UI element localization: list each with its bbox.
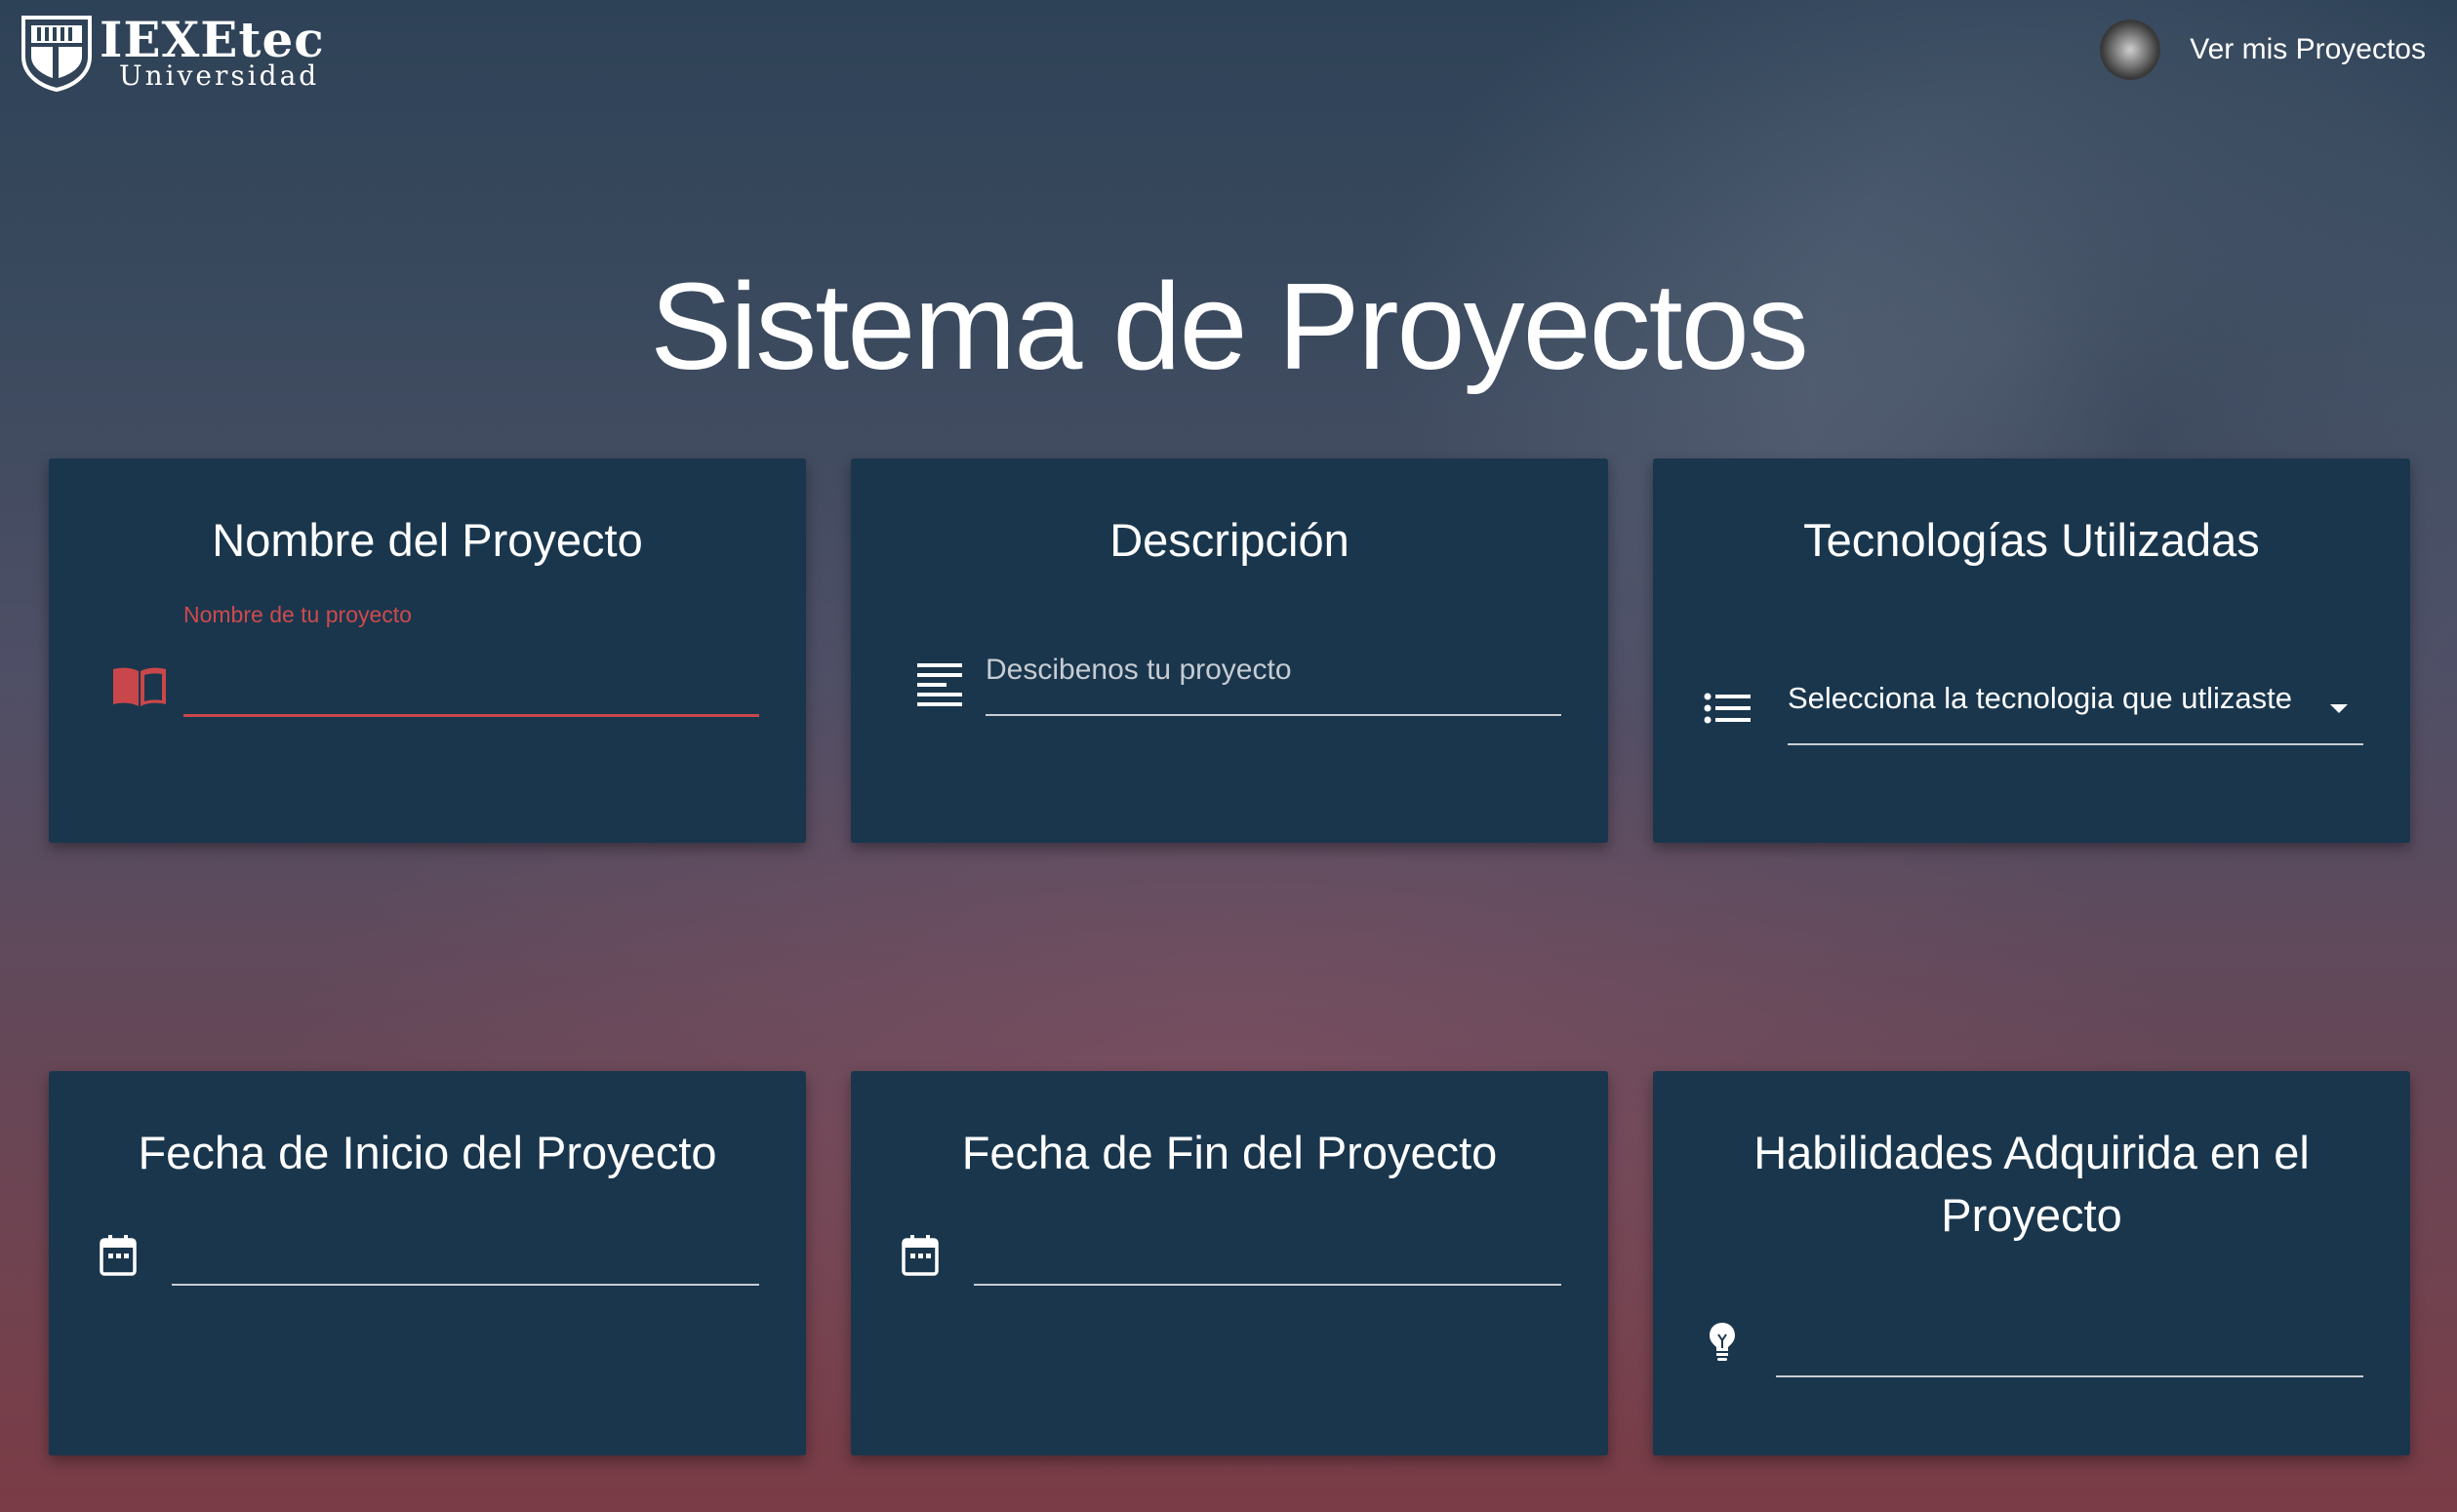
list-icon [1704, 693, 1751, 724]
user-avatar[interactable] [2100, 20, 2161, 80]
skills-underline [1776, 1375, 2363, 1377]
card-title: Nombre del Proyecto [212, 514, 643, 566]
university-logo[interactable]: IEXEtec Universidad [20, 12, 325, 94]
project-name-underline [183, 714, 759, 717]
card-end-date: Fecha de Fin del Proyecto [851, 1071, 1608, 1455]
end-date-input[interactable] [974, 1227, 1563, 1278]
lightbulb-icon [1710, 1323, 1735, 1361]
end-date-underline [974, 1284, 1561, 1286]
card-title: Descripción [1109, 514, 1349, 566]
card-project-name: Nombre del Proyecto Nombre de tu proyect… [49, 458, 806, 843]
page-title: Sistema de Proyectos [650, 258, 1809, 395]
card-start-date: Fecha de Inicio del Proyecto [49, 1071, 806, 1455]
start-date-input[interactable] [172, 1227, 761, 1278]
description-placeholder[interactable]: Descibenos tu proyecto [986, 654, 1292, 687]
my-projects-link[interactable]: Ver mis Proyectos [2190, 33, 2426, 66]
card-skills: Habilidades Adquirida en el Proyecto [1653, 1071, 2410, 1455]
book-icon [113, 667, 166, 706]
calendar-icon[interactable] [100, 1235, 137, 1276]
start-date-underline [172, 1284, 759, 1286]
project-name-label: Nombre de tu proyecto [183, 602, 412, 627]
chevron-down-icon[interactable] [2330, 704, 2348, 713]
shield-logo-icon [21, 16, 92, 92]
project-name-input[interactable] [183, 654, 761, 710]
card-title: Fecha de Inicio del Proyecto [138, 1127, 717, 1178]
card-description: Descripción Descibenos tu proyecto [851, 458, 1608, 843]
calendar-icon[interactable] [902, 1235, 939, 1276]
card-technologies: Tecnologías Utilizadas Selecciona la tec… [1653, 458, 2410, 843]
skills-input[interactable] [1776, 1317, 2365, 1368]
brand-name: IEXEtec [100, 11, 325, 68]
card-title: Fecha de Fin del Proyecto [961, 1127, 1498, 1178]
text-lines-icon [917, 663, 962, 706]
description-underline [986, 714, 1561, 716]
card-title: Tecnologías Utilizadas [1803, 514, 2260, 566]
card-title: Habilidades Adquirida en el Proyecto [1753, 1127, 2310, 1241]
top-nav: Ver mis Proyectos [2100, 20, 2426, 80]
technology-underline [1788, 743, 2363, 745]
technology-select-value[interactable]: Selecciona la tecnologia que utlizaste [1788, 681, 2292, 716]
brand-subtitle: Universidad [119, 60, 320, 92]
